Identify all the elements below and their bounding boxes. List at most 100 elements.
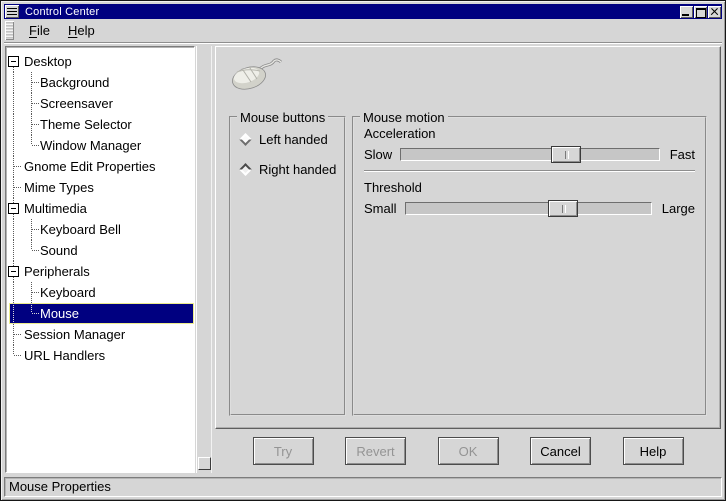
mouse-settings-panel: Mouse buttons Left handed Right handed Mo… (215, 46, 721, 429)
tree-item-peripherals[interactable]: Peripherals (7, 261, 194, 282)
tree-item-sound[interactable]: Sound (7, 240, 194, 261)
menubar-divider (4, 42, 722, 44)
tree-item-label: Mouse (40, 303, 79, 324)
radio-group: Left handed Right handed (238, 132, 337, 177)
tree-expander-icon[interactable] (8, 203, 19, 214)
radio-icon[interactable] (239, 163, 252, 176)
menu-item-help[interactable]: Help (59, 21, 104, 40)
menubar-items: FileHelp (20, 21, 104, 40)
tree-item-desktop[interactable]: Desktop (7, 51, 194, 72)
mouse-motion-frame: Mouse motion Acceleration Slow Fast Thre… (352, 116, 707, 416)
tree-item-label: Mime Types (24, 177, 94, 198)
acceleration-slider-row: Slow Fast (364, 147, 695, 162)
acceleration-slider[interactable] (400, 148, 660, 161)
tree-expander-icon[interactable] (8, 266, 19, 277)
tree: DesktopBackgroundScreensaverTheme Select… (6, 47, 194, 366)
tree-item-gnome-edit-properties[interactable]: Gnome Edit Properties (7, 156, 194, 177)
tree-connector (32, 103, 39, 104)
tree-expander-icon[interactable] (8, 56, 19, 67)
menubar: FileHelp (4, 19, 722, 42)
status-text: Mouse Properties (9, 479, 111, 494)
control-center-window: Control Center FileHelp DesktopBackgroun… (0, 0, 726, 501)
right-column: Mouse buttons Left handed Right handed Mo… (215, 46, 721, 473)
threshold-max-label: Large (662, 201, 695, 216)
tree-connector (31, 303, 32, 313)
tree-connector (32, 250, 39, 251)
tree-connector (32, 82, 39, 83)
menubar-grip-icon[interactable] (5, 21, 14, 40)
action-area: Try Revert OK Cancel Help (215, 429, 721, 473)
mouse-buttons-legend: Mouse buttons (237, 110, 328, 125)
threshold-slider-handle[interactable] (548, 200, 578, 217)
tree-connector (32, 292, 39, 293)
tree-connector (32, 124, 39, 125)
tree-connector (14, 355, 21, 356)
tree-item-mouse[interactable]: Mouse (7, 303, 194, 324)
tree-connector (13, 114, 14, 135)
try-button[interactable]: Try (253, 437, 314, 465)
help-button[interactable]: Help (623, 437, 684, 465)
tree-item-background[interactable]: Background (7, 72, 194, 93)
radio-left-handed[interactable]: Left handed (238, 132, 337, 147)
paned-divider[interactable] (196, 46, 212, 473)
radio-label: Right handed (259, 162, 336, 177)
mouse-motion-legend: Mouse motion (360, 110, 448, 125)
tree-panel: DesktopBackgroundScreensaverTheme Select… (5, 46, 195, 473)
threshold-min-label: Small (364, 201, 397, 216)
cancel-button[interactable]: Cancel (530, 437, 591, 465)
tree-connector (13, 93, 14, 114)
tree-item-theme-selector[interactable]: Theme Selector (7, 114, 194, 135)
tree-item-multimedia[interactable]: Multimedia (7, 198, 194, 219)
main-area: DesktopBackgroundScreensaverTheme Select… (5, 46, 721, 473)
mouse-buttons-frame: Mouse buttons Left handedRight handed (229, 116, 346, 416)
status-bar: Mouse Properties (4, 477, 722, 497)
tree-item-keyboard-bell[interactable]: Keyboard Bell (7, 219, 194, 240)
tree-connector (13, 135, 14, 156)
radio-right-handed[interactable]: Right handed (238, 162, 337, 177)
tree-connector (31, 135, 32, 145)
tree-connector (32, 145, 39, 146)
tree-item-label: Keyboard Bell (40, 219, 121, 240)
tree-item-mime-types[interactable]: Mime Types (7, 177, 194, 198)
tree-connector (13, 219, 14, 240)
close-icon[interactable] (708, 6, 721, 18)
titlebar[interactable]: Control Center (4, 4, 722, 19)
acceleration-min-label: Slow (364, 147, 392, 162)
tree-item-label: Keyboard (40, 282, 96, 303)
tree-connector (13, 72, 14, 93)
tree-item-label: Session Manager (24, 324, 125, 345)
tree-connector (14, 334, 21, 335)
ok-button[interactable]: OK (438, 437, 499, 465)
minimize-icon[interactable] (680, 6, 693, 18)
tree-connector (13, 240, 14, 261)
radio-icon[interactable] (239, 133, 252, 146)
tree-connector (14, 166, 21, 167)
tree-item-label: Sound (40, 240, 78, 261)
tree-item-label: URL Handlers (24, 345, 105, 366)
revert-button[interactable]: Revert (345, 437, 406, 465)
tree-connector (13, 345, 14, 355)
tree-item-label: Screensaver (40, 93, 113, 114)
tree-item-label: Peripherals (24, 261, 90, 282)
frames-row: Mouse buttons Left handedRight handed Mo… (229, 116, 707, 416)
tree-item-window-manager[interactable]: Window Manager (7, 135, 194, 156)
threshold-slider[interactable] (405, 202, 652, 215)
tree-connector (32, 313, 39, 314)
motion-separator (364, 170, 695, 172)
tree-item-keyboard[interactable]: Keyboard (7, 282, 194, 303)
tree-connector (13, 282, 14, 303)
menu-item-file[interactable]: File (20, 21, 59, 40)
tree-connector (32, 229, 39, 230)
paned-handle-icon[interactable] (198, 457, 211, 470)
window-menu-icon[interactable] (5, 5, 19, 18)
mouse-icon (229, 56, 707, 92)
tree-item-label: Gnome Edit Properties (24, 156, 156, 177)
acceleration-slider-handle[interactable] (551, 146, 581, 163)
threshold-slider-row: Small Large (364, 201, 695, 216)
tree-item-label: Window Manager (40, 135, 141, 156)
tree-item-session-manager[interactable]: Session Manager (7, 324, 194, 345)
tree-item-url-handlers[interactable]: URL Handlers (7, 345, 194, 366)
window-title: Control Center (25, 6, 99, 18)
maximize-icon[interactable] (694, 6, 707, 18)
tree-item-screensaver[interactable]: Screensaver (7, 93, 194, 114)
